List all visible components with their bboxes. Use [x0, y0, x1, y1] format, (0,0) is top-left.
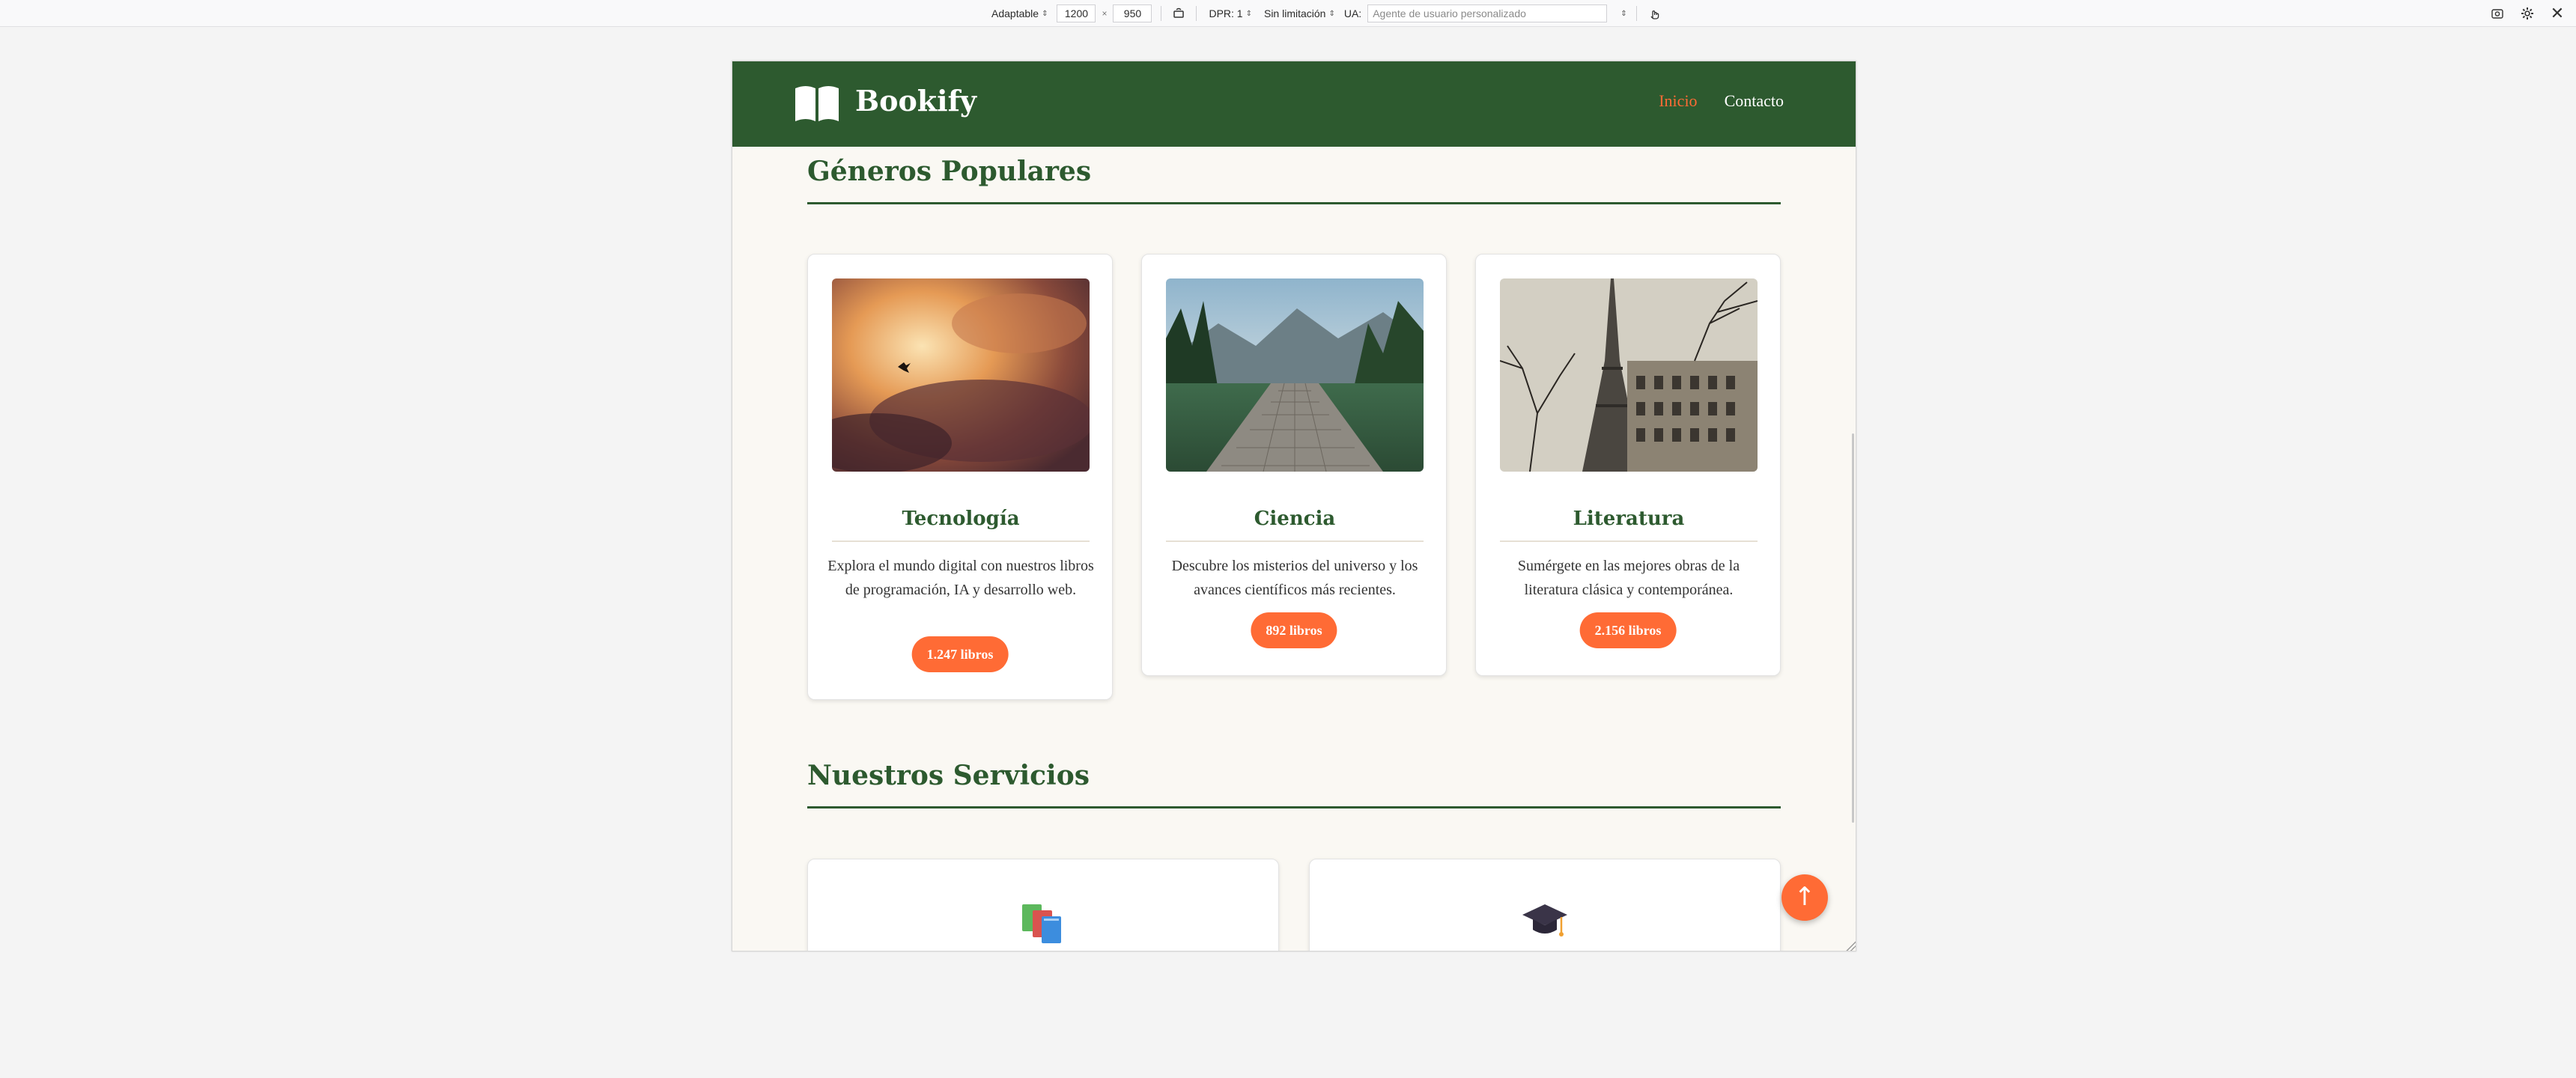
services-section-title: Nuestros Servicios	[807, 760, 1090, 791]
card-title: Ciencia	[1254, 508, 1336, 530]
card-divider	[1500, 540, 1758, 542]
card-image	[1166, 278, 1424, 472]
nav-link-inicio[interactable]: Inicio	[1659, 91, 1697, 111]
page-viewport: Bookify Inicio Contacto Géneros Populare…	[732, 61, 1856, 951]
card-title: Literatura	[1573, 508, 1685, 530]
dpr-label: DPR: 1	[1209, 7, 1243, 19]
resize-handle[interactable]	[1845, 940, 1856, 951]
nav-link-contacto[interactable]: Contacto	[1725, 91, 1784, 111]
toolbar-controls: Adaptable ⇕ 1200 × 950 DPR: 1 ⇕ Sin limi…	[988, 0, 1662, 27]
settings-icon[interactable]	[2519, 5, 2536, 22]
main-nav: Inicio Contacto	[1659, 91, 1784, 111]
user-agent-input[interactable]: Agente de usuario personalizado	[1367, 4, 1608, 22]
genres-section-title: Géneros Populares	[807, 156, 1092, 187]
card-description: Sumérgete en las mejores obras de la lit…	[1517, 558, 1740, 598]
section-divider	[807, 202, 1781, 204]
site-header: Bookify Inicio Contacto	[732, 61, 1856, 147]
arrow-up-icon: ↑	[1793, 882, 1816, 912]
service-card[interactable]	[1309, 859, 1781, 951]
books-icon	[1022, 904, 1061, 943]
card-description: Explora el mundo digital con nuestros li…	[827, 558, 1094, 598]
service-card[interactable]	[807, 859, 1279, 951]
graduation-cap-icon	[1522, 904, 1567, 937]
open-book-icon[interactable]	[792, 82, 842, 124]
throttle-label: Sin limitación	[1263, 7, 1326, 19]
card-divider	[1166, 540, 1424, 542]
ua-label: UA:	[1343, 7, 1362, 19]
section-divider	[807, 806, 1781, 808]
width-input[interactable]: 1200	[1057, 4, 1096, 22]
chevron-updown-icon: ⇕	[1042, 9, 1048, 18]
card-description: Descubre los misterios del universo y lo…	[1171, 558, 1418, 598]
scrollbar[interactable]	[1852, 433, 1854, 823]
book-count-badge[interactable]: 2.156 libros	[1579, 612, 1677, 648]
device-selector[interactable]: Adaptable ⇕	[988, 7, 1051, 19]
card-image	[832, 278, 1090, 472]
touch-icon[interactable]	[1646, 5, 1662, 22]
throttle-selector[interactable]: Sin limitación ⇕	[1261, 7, 1338, 19]
dimension-separator: ×	[1102, 8, 1108, 19]
book-count-badge[interactable]: 1.247 libros	[911, 636, 1009, 672]
genre-card-tecnologia[interactable]: Tecnología Explora el mundo digital con …	[807, 254, 1113, 700]
device-selector-label: Adaptable	[991, 7, 1039, 19]
card-divider	[832, 540, 1090, 542]
toolbar-divider	[1635, 6, 1637, 21]
scroll-to-top-button[interactable]: ↑	[1781, 874, 1828, 921]
chevron-updown-icon[interactable]: ⇕	[1620, 10, 1626, 18]
genre-card-ciencia[interactable]: Ciencia Descubre los misterios del unive…	[1141, 254, 1447, 676]
genre-card-literatura[interactable]: Literatura Sumérgete en las mejores obra…	[1475, 254, 1781, 676]
responsive-toolbar: Adaptable ⇕ 1200 × 950 DPR: 1 ⇕ Sin limi…	[0, 0, 2576, 27]
screenshot-icon[interactable]	[2489, 5, 2506, 22]
toolbar-right: ✕	[2489, 0, 2566, 27]
close-icon[interactable]: ✕	[2549, 4, 2566, 22]
chevron-updown-icon: ⇕	[1328, 9, 1335, 18]
book-count-badge[interactable]: 892 libros	[1251, 612, 1337, 648]
toolbar-divider	[1196, 6, 1197, 21]
height-input[interactable]: 950	[1113, 4, 1152, 22]
rotate-icon[interactable]	[1170, 5, 1187, 22]
dpr-selector[interactable]: DPR: 1 ⇕	[1206, 7, 1255, 19]
brand-name[interactable]: Bookify	[855, 84, 976, 118]
card-title: Tecnología	[902, 508, 1020, 530]
chevron-updown-icon: ⇕	[1245, 9, 1252, 18]
card-image	[1500, 278, 1758, 472]
